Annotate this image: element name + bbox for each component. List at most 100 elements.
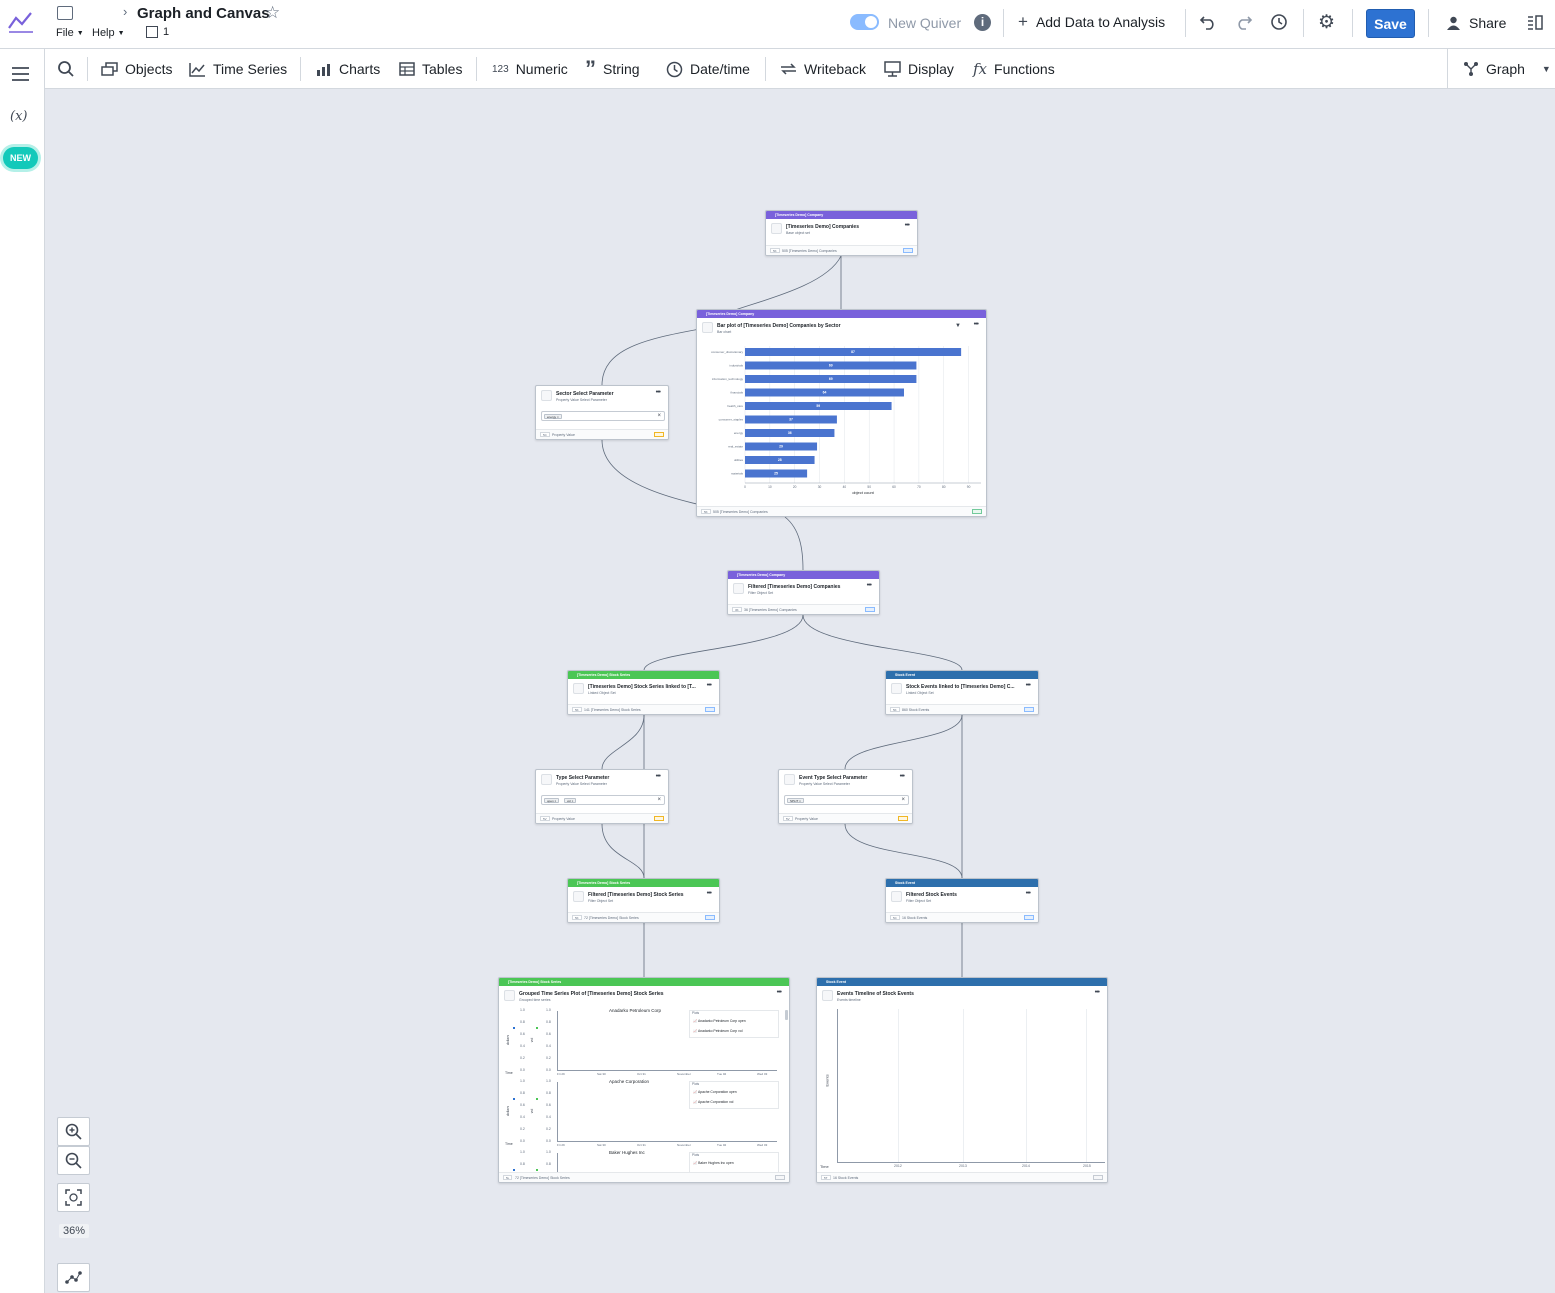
zoom-out-button[interactable] bbox=[57, 1146, 90, 1175]
help-menu[interactable]: Help ▼ bbox=[92, 27, 125, 39]
node-events-timeline[interactable]: Stock Event Events Timeline of Stock Eve… bbox=[816, 977, 1108, 1183]
redo-icon[interactable] bbox=[1235, 13, 1253, 36]
node-title: Event Type Select Parameter bbox=[799, 775, 868, 781]
graph-canvas[interactable]: [Timeseries Demo] Company [Timeseries De… bbox=[45, 89, 1555, 1293]
toolbar-string[interactable]: ” String bbox=[585, 49, 640, 89]
zoom-in-button[interactable] bbox=[57, 1117, 90, 1146]
value-chip[interactable]: open × bbox=[544, 798, 560, 803]
value-chip[interactable]: energy × bbox=[544, 414, 562, 419]
output-tag[interactable] bbox=[654, 432, 664, 437]
toolbar-functions[interactable]: fx Functions bbox=[973, 49, 1055, 89]
more-menu-icon[interactable]: ••• bbox=[1026, 890, 1031, 897]
toolbar-numeric[interactable]: 123 Numeric bbox=[492, 49, 568, 89]
toolbar-display[interactable]: Display bbox=[884, 49, 954, 89]
share-button[interactable]: Share bbox=[1446, 15, 1506, 31]
node-filtered-stock-events[interactable]: Stock Event Filtered Stock Events Filter… bbox=[885, 878, 1039, 923]
value-chip[interactable]: vol × bbox=[564, 798, 577, 803]
toolbar-tables[interactable]: Tables bbox=[399, 49, 462, 89]
legend-item[interactable]: 📈 Anadarko Petroleum Corp vol bbox=[693, 1029, 742, 1033]
legend-item[interactable]: 📈 Anadarko Petroleum Corp open bbox=[693, 1019, 746, 1023]
more-menu-icon[interactable]: ••• bbox=[900, 773, 905, 780]
node-footer: 5K 505 [Timeseries Demo] Companies bbox=[697, 506, 986, 516]
legend-item[interactable]: 📈 Baker Hughes Inc open bbox=[693, 1161, 734, 1165]
save-button[interactable]: Save bbox=[1366, 9, 1415, 38]
zoom-level: 36% bbox=[59, 1224, 90, 1238]
output-tag[interactable] bbox=[1024, 707, 1034, 712]
toolbar-objects[interactable]: Objects bbox=[101, 49, 172, 89]
file-icon bbox=[57, 6, 73, 20]
fit-to-screen-button[interactable] bbox=[57, 1183, 90, 1212]
hamburger-menu-icon[interactable] bbox=[12, 67, 29, 86]
node-type-parameter[interactable]: Type Select Parameter Property Value Sel… bbox=[535, 769, 669, 824]
output-tag[interactable] bbox=[903, 248, 913, 253]
output-tag[interactable] bbox=[1024, 915, 1034, 920]
output-tag[interactable] bbox=[972, 509, 982, 514]
output-tag[interactable] bbox=[654, 816, 664, 821]
output-tag[interactable] bbox=[705, 915, 715, 920]
filter-icon[interactable]: ▼ bbox=[955, 323, 961, 329]
more-menu-icon[interactable]: ••• bbox=[656, 773, 661, 780]
event-type-select-input[interactable]: SPLIT × × bbox=[784, 795, 909, 805]
toolbar-time-series[interactable]: Time Series bbox=[189, 49, 287, 89]
file-menu[interactable]: File ▼ bbox=[56, 27, 84, 39]
more-menu-icon[interactable]: ••• bbox=[707, 682, 712, 689]
legend-item[interactable]: 📈 Apache Corporation vol bbox=[693, 1100, 733, 1104]
view-mode-select[interactable]: Graph ▼ bbox=[1463, 49, 1551, 89]
output-tag[interactable] bbox=[898, 816, 908, 821]
auto-layout-button[interactable] bbox=[57, 1263, 90, 1292]
info-icon[interactable]: i bbox=[974, 14, 991, 31]
more-menu-icon[interactable]: ••• bbox=[707, 890, 712, 897]
history-icon[interactable] bbox=[1270, 13, 1288, 36]
more-menu-icon[interactable]: ••• bbox=[656, 389, 661, 396]
time-axis-label: Time bbox=[505, 1142, 513, 1146]
node-stock-series[interactable]: [Timeseries Demo] Stock Series [Timeseri… bbox=[567, 670, 720, 715]
clear-icon[interactable]: × bbox=[657, 796, 661, 805]
toolbar-datetime[interactable]: Date/time bbox=[666, 49, 750, 89]
output-tag[interactable] bbox=[705, 707, 715, 712]
settings-gear-icon[interactable]: ⚙ bbox=[1318, 11, 1335, 34]
node-grouped-time-series[interactable]: [Timeseries Demo] Stock Series Grouped T… bbox=[498, 977, 790, 1183]
output-tag[interactable] bbox=[775, 1175, 785, 1180]
app-logo-icon[interactable] bbox=[7, 8, 35, 36]
toolbar-display-label: Display bbox=[908, 61, 954, 77]
type-select-input[interactable]: open × vol × × bbox=[541, 795, 665, 805]
clear-icon[interactable]: × bbox=[657, 412, 661, 421]
toolbar-charts[interactable]: Charts bbox=[315, 49, 380, 89]
more-menu-icon[interactable]: ••• bbox=[905, 222, 910, 229]
more-menu-icon[interactable]: ••• bbox=[1095, 989, 1100, 996]
page-title[interactable]: Graph and Canvas bbox=[137, 5, 270, 22]
new-badge[interactable]: NEW bbox=[3, 147, 38, 169]
node-type-label: [Timeseries Demo] Stock Series bbox=[499, 978, 789, 986]
clear-icon[interactable]: × bbox=[901, 796, 905, 805]
category-label: consumer_staples bbox=[719, 418, 744, 422]
add-data-button[interactable]: + Add Data to Analysis bbox=[1018, 13, 1165, 30]
variables-button[interactable]: (x) bbox=[10, 109, 27, 124]
layers-button[interactable]: 1 bbox=[146, 26, 169, 38]
side-panel-toggle-icon[interactable] bbox=[1527, 15, 1543, 35]
more-menu-icon[interactable]: ••• bbox=[1026, 682, 1031, 689]
x-tick-label: Fri 29 bbox=[557, 1143, 565, 1147]
scrollbar[interactable] bbox=[785, 1010, 788, 1020]
building-icon bbox=[146, 26, 158, 38]
output-tag[interactable] bbox=[865, 607, 875, 612]
output-tag[interactable] bbox=[1093, 1175, 1103, 1180]
node-stock-events[interactable]: Stock Event Stock Events linked to [Time… bbox=[885, 670, 1039, 715]
more-menu-icon[interactable]: ••• bbox=[867, 582, 872, 589]
more-menu-icon[interactable]: ••• bbox=[777, 989, 782, 996]
node-sector-parameter[interactable]: Sector Select Parameter Property Value S… bbox=[535, 385, 669, 440]
node-subtitle: Filter Object Set bbox=[748, 591, 774, 595]
node-filtered-companies[interactable]: [Timeseries Demo] Company Filtered [Time… bbox=[727, 570, 880, 615]
toolbar-writeback[interactable]: Writeback bbox=[780, 49, 866, 89]
node-event-type-parameter[interactable]: Event Type Select Parameter Property Val… bbox=[778, 769, 913, 824]
sector-select-input[interactable]: energy × × bbox=[541, 411, 665, 421]
search-icon[interactable] bbox=[57, 49, 75, 89]
undo-icon[interactable] bbox=[1199, 13, 1217, 36]
value-chip[interactable]: SPLIT × bbox=[787, 798, 804, 803]
more-menu-icon[interactable]: ••• bbox=[974, 321, 979, 328]
legend-item[interactable]: 📈 Apache Corporation open bbox=[693, 1090, 737, 1094]
node-bar-plot[interactable]: [Timeseries Demo] Company Bar plot of [T… bbox=[696, 309, 987, 517]
node-filtered-stock-series[interactable]: [Timeseries Demo] Stock Series Filtered … bbox=[567, 878, 720, 923]
node-companies[interactable]: [Timeseries Demo] Company [Timeseries De… bbox=[765, 210, 918, 256]
favorite-star-icon[interactable]: ☆ bbox=[265, 3, 280, 23]
new-quiver-toggle[interactable] bbox=[850, 14, 879, 30]
